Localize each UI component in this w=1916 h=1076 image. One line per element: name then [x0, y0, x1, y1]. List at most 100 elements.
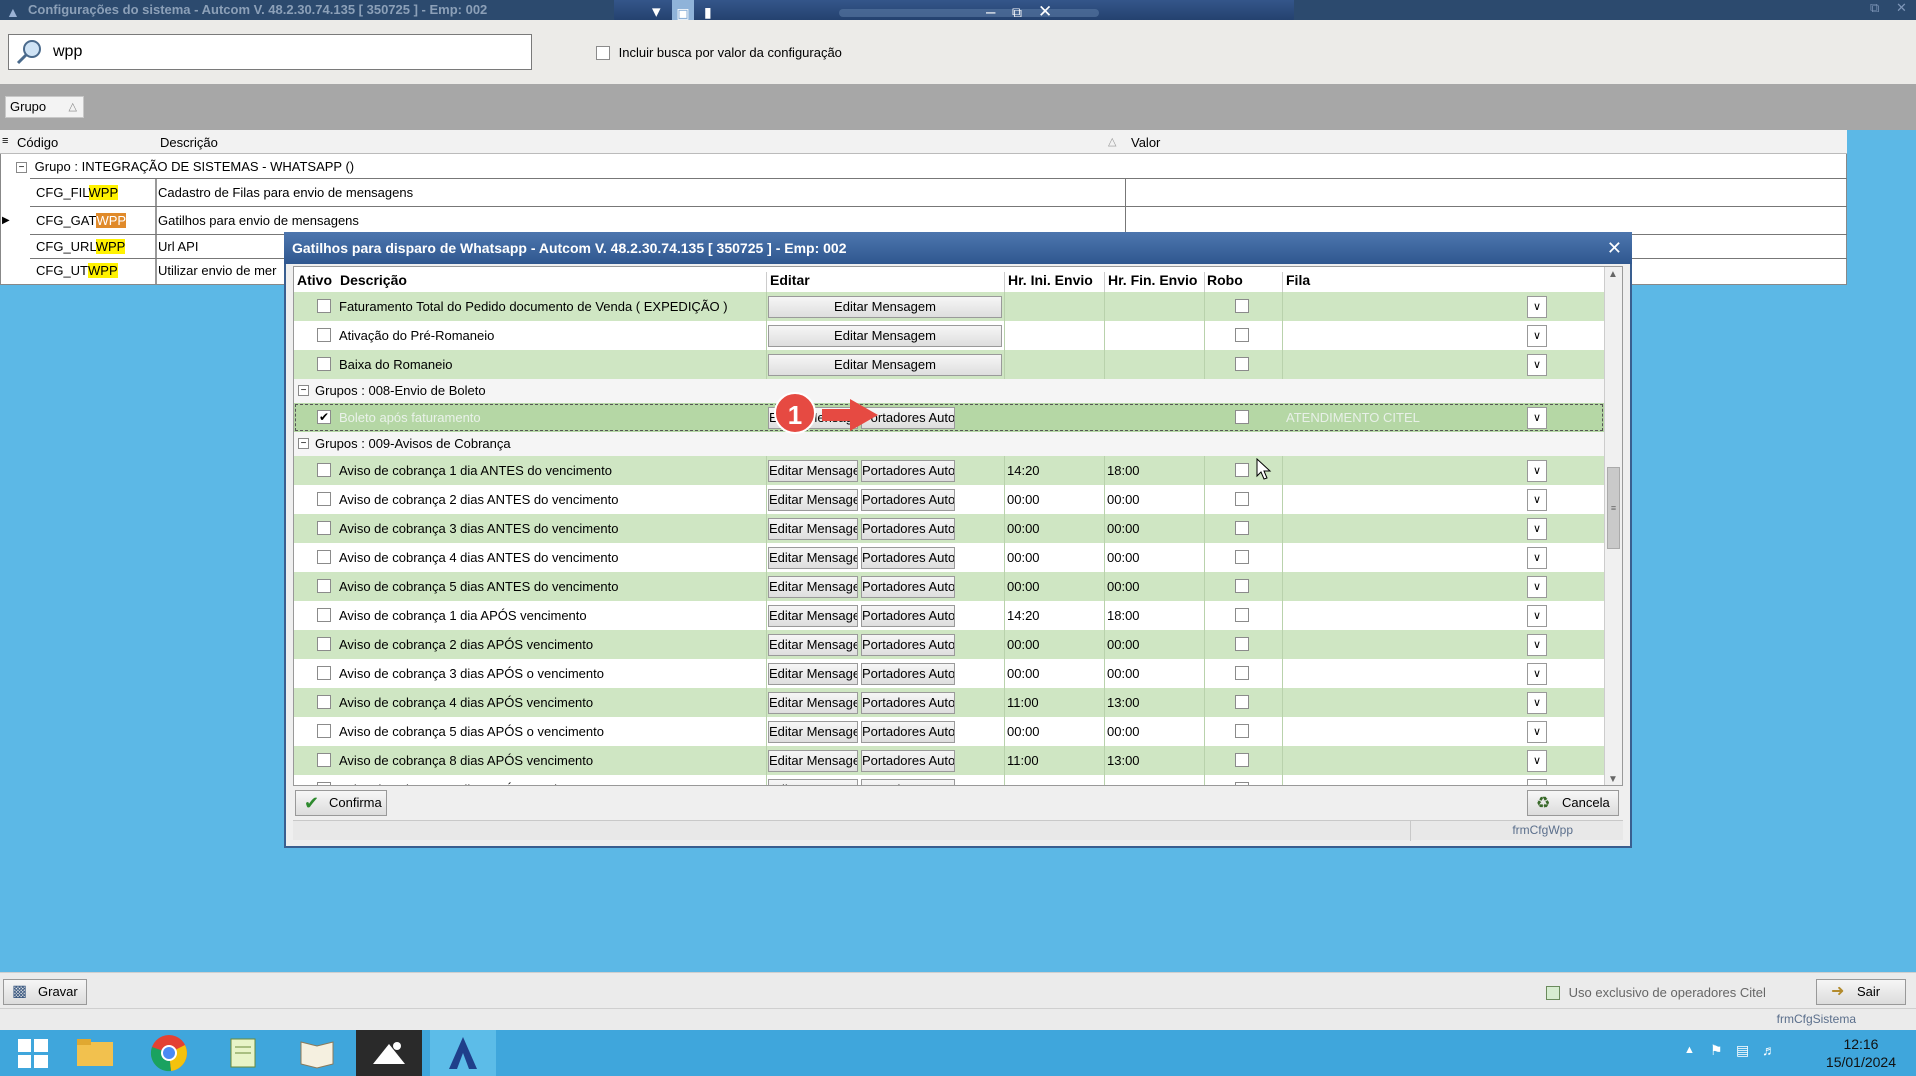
active-checkbox-checked[interactable]: ✔: [317, 410, 331, 424]
edit-message-button[interactable]: Editar Mensagem: [768, 692, 858, 714]
book-icon[interactable]: [284, 1030, 350, 1076]
scroll-down-icon[interactable]: ▼: [1608, 774, 1618, 785]
close-icon[interactable]: ✕: [1607, 232, 1622, 264]
end-time[interactable]: 13:00: [1107, 753, 1140, 768]
robot-checkbox[interactable]: [1235, 521, 1249, 535]
robot-checkbox[interactable]: [1235, 357, 1249, 371]
include-value-search-option[interactable]: Incluir busca por valor da configuração: [596, 44, 842, 60]
start-time[interactable]: 14:20: [1007, 608, 1040, 623]
start-time[interactable]: 00:00: [1007, 579, 1040, 594]
trigger-row[interactable]: Ativação do Pré-Romaneio Editar Mensagem…: [294, 321, 1604, 350]
active-checkbox[interactable]: [317, 782, 331, 785]
file-explorer-icon[interactable]: [62, 1030, 128, 1076]
trigger-row[interactable]: Aviso de cobrança 2 dias APÓS vencimento…: [294, 630, 1604, 659]
edit-message-button[interactable]: Editar Mensagem: [768, 547, 858, 569]
active-checkbox[interactable]: [317, 753, 331, 767]
queue-dropdown-chevron-icon[interactable]: ∨: [1527, 779, 1547, 785]
queue-dropdown-chevron-icon[interactable]: ∨: [1527, 576, 1547, 598]
scrollbar-thumb[interactable]: ≡: [1607, 467, 1620, 549]
grid-group-row[interactable]: − Grupo : INTEGRAÇÃO DE SISTEMAS - WHATS…: [16, 156, 1846, 178]
end-time[interactable]: 00:00: [1107, 782, 1140, 785]
authorized-carriers-button[interactable]: Portadores Autor.: [861, 547, 955, 569]
cancel-button[interactable]: ♻ Cancela: [1527, 790, 1619, 816]
queue-dropdown-chevron-icon[interactable]: ∨: [1527, 605, 1547, 627]
robot-checkbox[interactable]: [1235, 299, 1249, 313]
chrome-icon[interactable]: [136, 1030, 202, 1076]
chevron-down-icon[interactable]: ▾: [652, 2, 661, 22]
col-header-hfin[interactable]: Hr. Fin. Envio: [1108, 272, 1197, 288]
trigger-row[interactable]: Aviso de cobrança 4 dias APÓS vencimento…: [294, 688, 1604, 717]
edit-message-button[interactable]: Editar Mensagem: [768, 634, 858, 656]
authorized-carriers-button[interactable]: Portadores Autor.: [861, 518, 955, 540]
grid-menu-icon[interactable]: ≡: [2, 135, 8, 147]
restore-icon[interactable]: ⧉: [1870, 0, 1879, 16]
col-header-fila[interactable]: Fila: [1286, 272, 1310, 288]
trigger-row[interactable]: Aviso de cobrança 8 dias APÓS vencimento…: [294, 746, 1604, 775]
col-header-editar[interactable]: Editar: [770, 272, 810, 288]
robot-checkbox[interactable]: [1235, 463, 1249, 477]
robot-checkbox[interactable]: [1235, 328, 1249, 342]
restore-icon[interactable]: ⧉: [1012, 2, 1022, 22]
robot-checkbox[interactable]: [1235, 608, 1249, 622]
trigger-row[interactable]: Faturamento Total do Pedido documento de…: [294, 292, 1604, 321]
edit-message-button[interactable]: Editar Mensagem: [768, 663, 858, 685]
trigger-row[interactable]: Aviso de cobrança 3 dias APÓS o vencimen…: [294, 659, 1604, 688]
active-checkbox[interactable]: [317, 492, 331, 506]
collapse-icon[interactable]: −: [298, 438, 309, 449]
col-header-value[interactable]: Valor: [1131, 135, 1160, 150]
robot-checkbox[interactable]: [1235, 782, 1249, 785]
end-time[interactable]: 18:00: [1107, 463, 1140, 478]
active-checkbox[interactable]: [317, 521, 331, 535]
end-time[interactable]: 13:00: [1107, 695, 1140, 710]
start-time[interactable]: 14:20: [1007, 463, 1040, 478]
authorized-carriers-button[interactable]: Portadores Autor.: [861, 663, 955, 685]
start-time[interactable]: 00:00: [1007, 550, 1040, 565]
authorized-carriers-button[interactable]: Portadores Autor.: [861, 460, 955, 482]
exit-button[interactable]: ➜ Sair: [1816, 979, 1906, 1005]
end-time[interactable]: 00:00: [1107, 637, 1140, 652]
trigger-row[interactable]: Aviso de cobrança 6 dias APÓS vencimento…: [294, 775, 1604, 785]
authorized-carriers-button[interactable]: Portadores Autor.: [861, 721, 955, 743]
col-header-code[interactable]: Código: [17, 135, 58, 150]
authorized-carriers-button[interactable]: Portadores Autor.: [861, 634, 955, 656]
robot-checkbox[interactable]: [1235, 410, 1249, 424]
trigger-row[interactable]: Aviso de cobrança 2 dias ANTES do vencim…: [294, 485, 1604, 514]
volume-icon[interactable]: ♬: [1762, 1042, 1776, 1058]
edit-message-button[interactable]: Editar Mensagem: [768, 750, 858, 772]
queue-dropdown-chevron-icon[interactable]: ∨: [1527, 721, 1547, 743]
queue-dropdown-chevron-icon[interactable]: ∨: [1527, 296, 1547, 318]
confirm-button[interactable]: ✔ Confirma: [295, 790, 387, 816]
active-checkbox[interactable]: [317, 299, 331, 313]
app-dark-icon[interactable]: [356, 1030, 422, 1076]
queue-dropdown-chevron-icon[interactable]: ∨: [1527, 460, 1547, 482]
robot-checkbox[interactable]: [1235, 637, 1249, 651]
queue-dropdown-chevron-icon[interactable]: ∨: [1527, 547, 1547, 569]
queue-dropdown-chevron-icon[interactable]: ∨: [1527, 692, 1547, 714]
edit-message-button[interactable]: Editar Mensagem: [768, 460, 858, 482]
close-icon[interactable]: ✕: [1038, 2, 1052, 22]
trigger-row[interactable]: Aviso de cobrança 1 dia APÓS vencimento E…: [294, 601, 1604, 630]
start-time[interactable]: 00:00: [1007, 724, 1040, 739]
authorized-carriers-button[interactable]: Portadores Autor.: [861, 489, 955, 511]
active-checkbox[interactable]: [317, 666, 331, 680]
network-icon[interactable]: ▤: [1736, 1042, 1749, 1059]
edit-message-button[interactable]: Editar Mensagem: [768, 779, 858, 785]
start-windows-icon[interactable]: [0, 1030, 66, 1076]
col-header-desc[interactable]: Descrição: [160, 135, 218, 150]
start-time[interactable]: 00:00: [1007, 637, 1040, 652]
authorized-carriers-button[interactable]: Portadores Autor.: [861, 779, 955, 785]
end-time[interactable]: 00:00: [1107, 579, 1140, 594]
vertical-scrollbar[interactable]: ▲ ≡ ▼: [1604, 267, 1622, 785]
start-time[interactable]: 00:00: [1007, 492, 1040, 507]
edit-message-button[interactable]: Editar Mensagem: [768, 605, 858, 627]
edit-message-button[interactable]: Editar Mensagem: [768, 296, 1002, 318]
include-value-checkbox[interactable]: [596, 45, 610, 60]
flag-icon[interactable]: ⚑: [1710, 1042, 1723, 1059]
col-header-ativo[interactable]: Ativo: [297, 272, 332, 288]
robot-checkbox[interactable]: [1235, 550, 1249, 564]
edit-message-button[interactable]: Editar Mensagem: [768, 576, 858, 598]
minimize-icon[interactable]: –: [986, 2, 995, 22]
table-row[interactable]: CFG_FILWPP Cadastro de Filas para envio …: [30, 178, 1847, 206]
edit-message-button[interactable]: Editar Mensagem: [768, 489, 858, 511]
active-checkbox[interactable]: [317, 695, 331, 709]
